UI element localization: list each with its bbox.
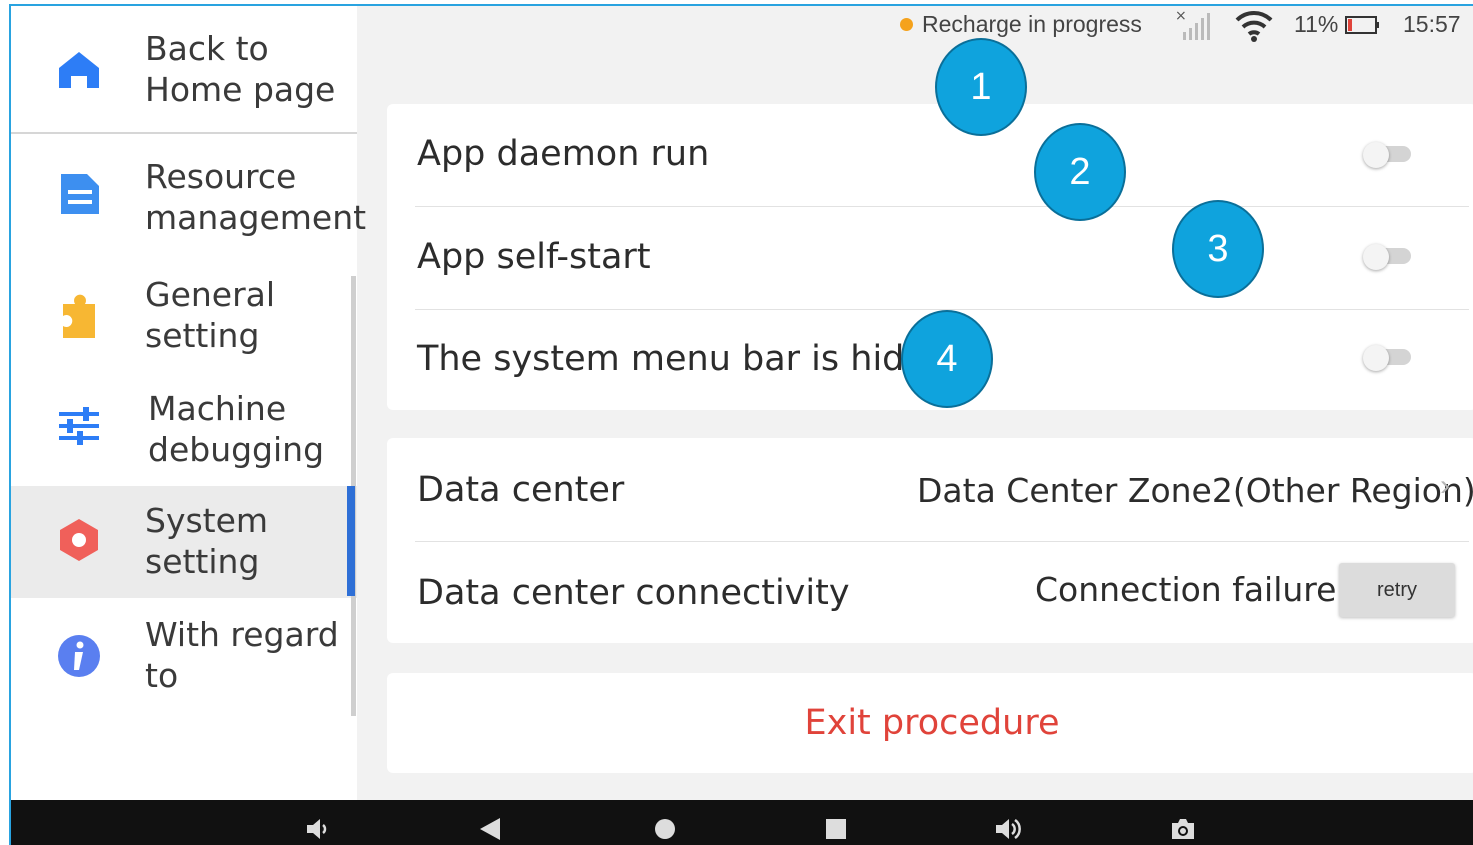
sidebar-item-system-setting[interactable]: System setting bbox=[11, 486, 357, 598]
data-center-row[interactable]: Data center Data Center Zone2(Other Regi… bbox=[387, 438, 1473, 540]
exit-procedure-button[interactable]: Exit procedure bbox=[387, 703, 1473, 743]
no-signal-icon: × bbox=[1175, 8, 1215, 47]
connectivity-status: Connection failure bbox=[1035, 570, 1337, 609]
volume-up-icon[interactable] bbox=[993, 814, 1023, 844]
callout-marker: 4 bbox=[901, 310, 993, 408]
sidebar: Back to Home page Resource management Ge… bbox=[11, 6, 366, 800]
sidebar-item-about[interactable]: With regard to bbox=[11, 598, 357, 718]
callout-marker: 1 bbox=[935, 38, 1027, 136]
setting-row-app-self-start[interactable]: App self-start bbox=[387, 207, 1473, 309]
data-center-value: Data Center Zone2(Other Region) bbox=[917, 471, 1473, 510]
home-circle-icon[interactable] bbox=[650, 814, 680, 844]
back-icon[interactable] bbox=[475, 814, 505, 844]
connectivity-row: Data center connectivity Connection fail… bbox=[387, 542, 1473, 643]
camera-icon[interactable] bbox=[1168, 814, 1198, 844]
app-self-start-toggle[interactable] bbox=[1363, 244, 1413, 270]
volume-down-icon[interactable] bbox=[302, 814, 332, 844]
data-center-card: Data center Data Center Zone2(Other Regi… bbox=[387, 438, 1473, 643]
battery-percent: 11% bbox=[1294, 11, 1339, 37]
wifi-icon bbox=[1235, 10, 1273, 47]
sidebar-item-machine-debugging[interactable]: Machine debugging bbox=[11, 372, 357, 486]
charging-dot bbox=[900, 18, 913, 31]
sidebar-item-label: With regard to bbox=[145, 615, 339, 695]
recents-icon[interactable] bbox=[821, 814, 851, 844]
hide-menu-bar-toggle[interactable] bbox=[1363, 345, 1413, 371]
callout-marker: 3 bbox=[1172, 200, 1264, 298]
sidebar-item-home[interactable]: Back to Home page bbox=[11, 6, 357, 132]
callout-marker: 2 bbox=[1034, 123, 1126, 221]
clock: 15:57 bbox=[1403, 11, 1461, 37]
puzzle-icon bbox=[55, 292, 103, 340]
setting-label: App daemon run bbox=[417, 134, 710, 174]
sidebar-active-indicator bbox=[347, 486, 355, 596]
sidebar-item-label: General setting bbox=[145, 275, 276, 355]
navigation-bar bbox=[11, 800, 1473, 845]
exit-card[interactable]: Exit procedure bbox=[387, 673, 1473, 773]
setting-label: The system menu bar is hidde bbox=[417, 339, 949, 379]
app-daemon-toggle[interactable] bbox=[1363, 142, 1413, 168]
retry-button[interactable]: retry bbox=[1339, 563, 1455, 617]
setting-label: Data center connectivity bbox=[417, 573, 850, 613]
setting-row-app-daemon[interactable]: App daemon run bbox=[387, 104, 1473, 206]
charging-status: Recharge in progress bbox=[922, 11, 1142, 37]
document-icon bbox=[55, 170, 103, 218]
svg-text:×: × bbox=[1175, 8, 1187, 24]
sidebar-item-label: System setting bbox=[145, 501, 269, 581]
hexagon-icon bbox=[55, 516, 103, 564]
setting-label: Data center bbox=[417, 470, 625, 510]
info-icon bbox=[55, 632, 103, 680]
setting-label: App self-start bbox=[417, 237, 651, 277]
chevron-right-icon: › bbox=[1440, 469, 1450, 502]
status-bar: Recharge in progress × 11% 15:57 bbox=[357, 6, 1473, 46]
sidebar-item-label: Machine debugging bbox=[148, 389, 325, 469]
sidebar-item-resource-management[interactable]: Resource management bbox=[11, 134, 366, 254]
sliders-icon bbox=[55, 402, 103, 450]
device-screen: Back to Home page Resource management Ge… bbox=[9, 4, 1473, 845]
battery-icon bbox=[1345, 15, 1381, 40]
sidebar-item-label: Resource management bbox=[145, 157, 367, 237]
sidebar-item-label: Back to Home page bbox=[145, 29, 336, 109]
sidebar-item-general-setting[interactable]: General setting bbox=[11, 254, 357, 372]
home-icon bbox=[55, 46, 103, 94]
